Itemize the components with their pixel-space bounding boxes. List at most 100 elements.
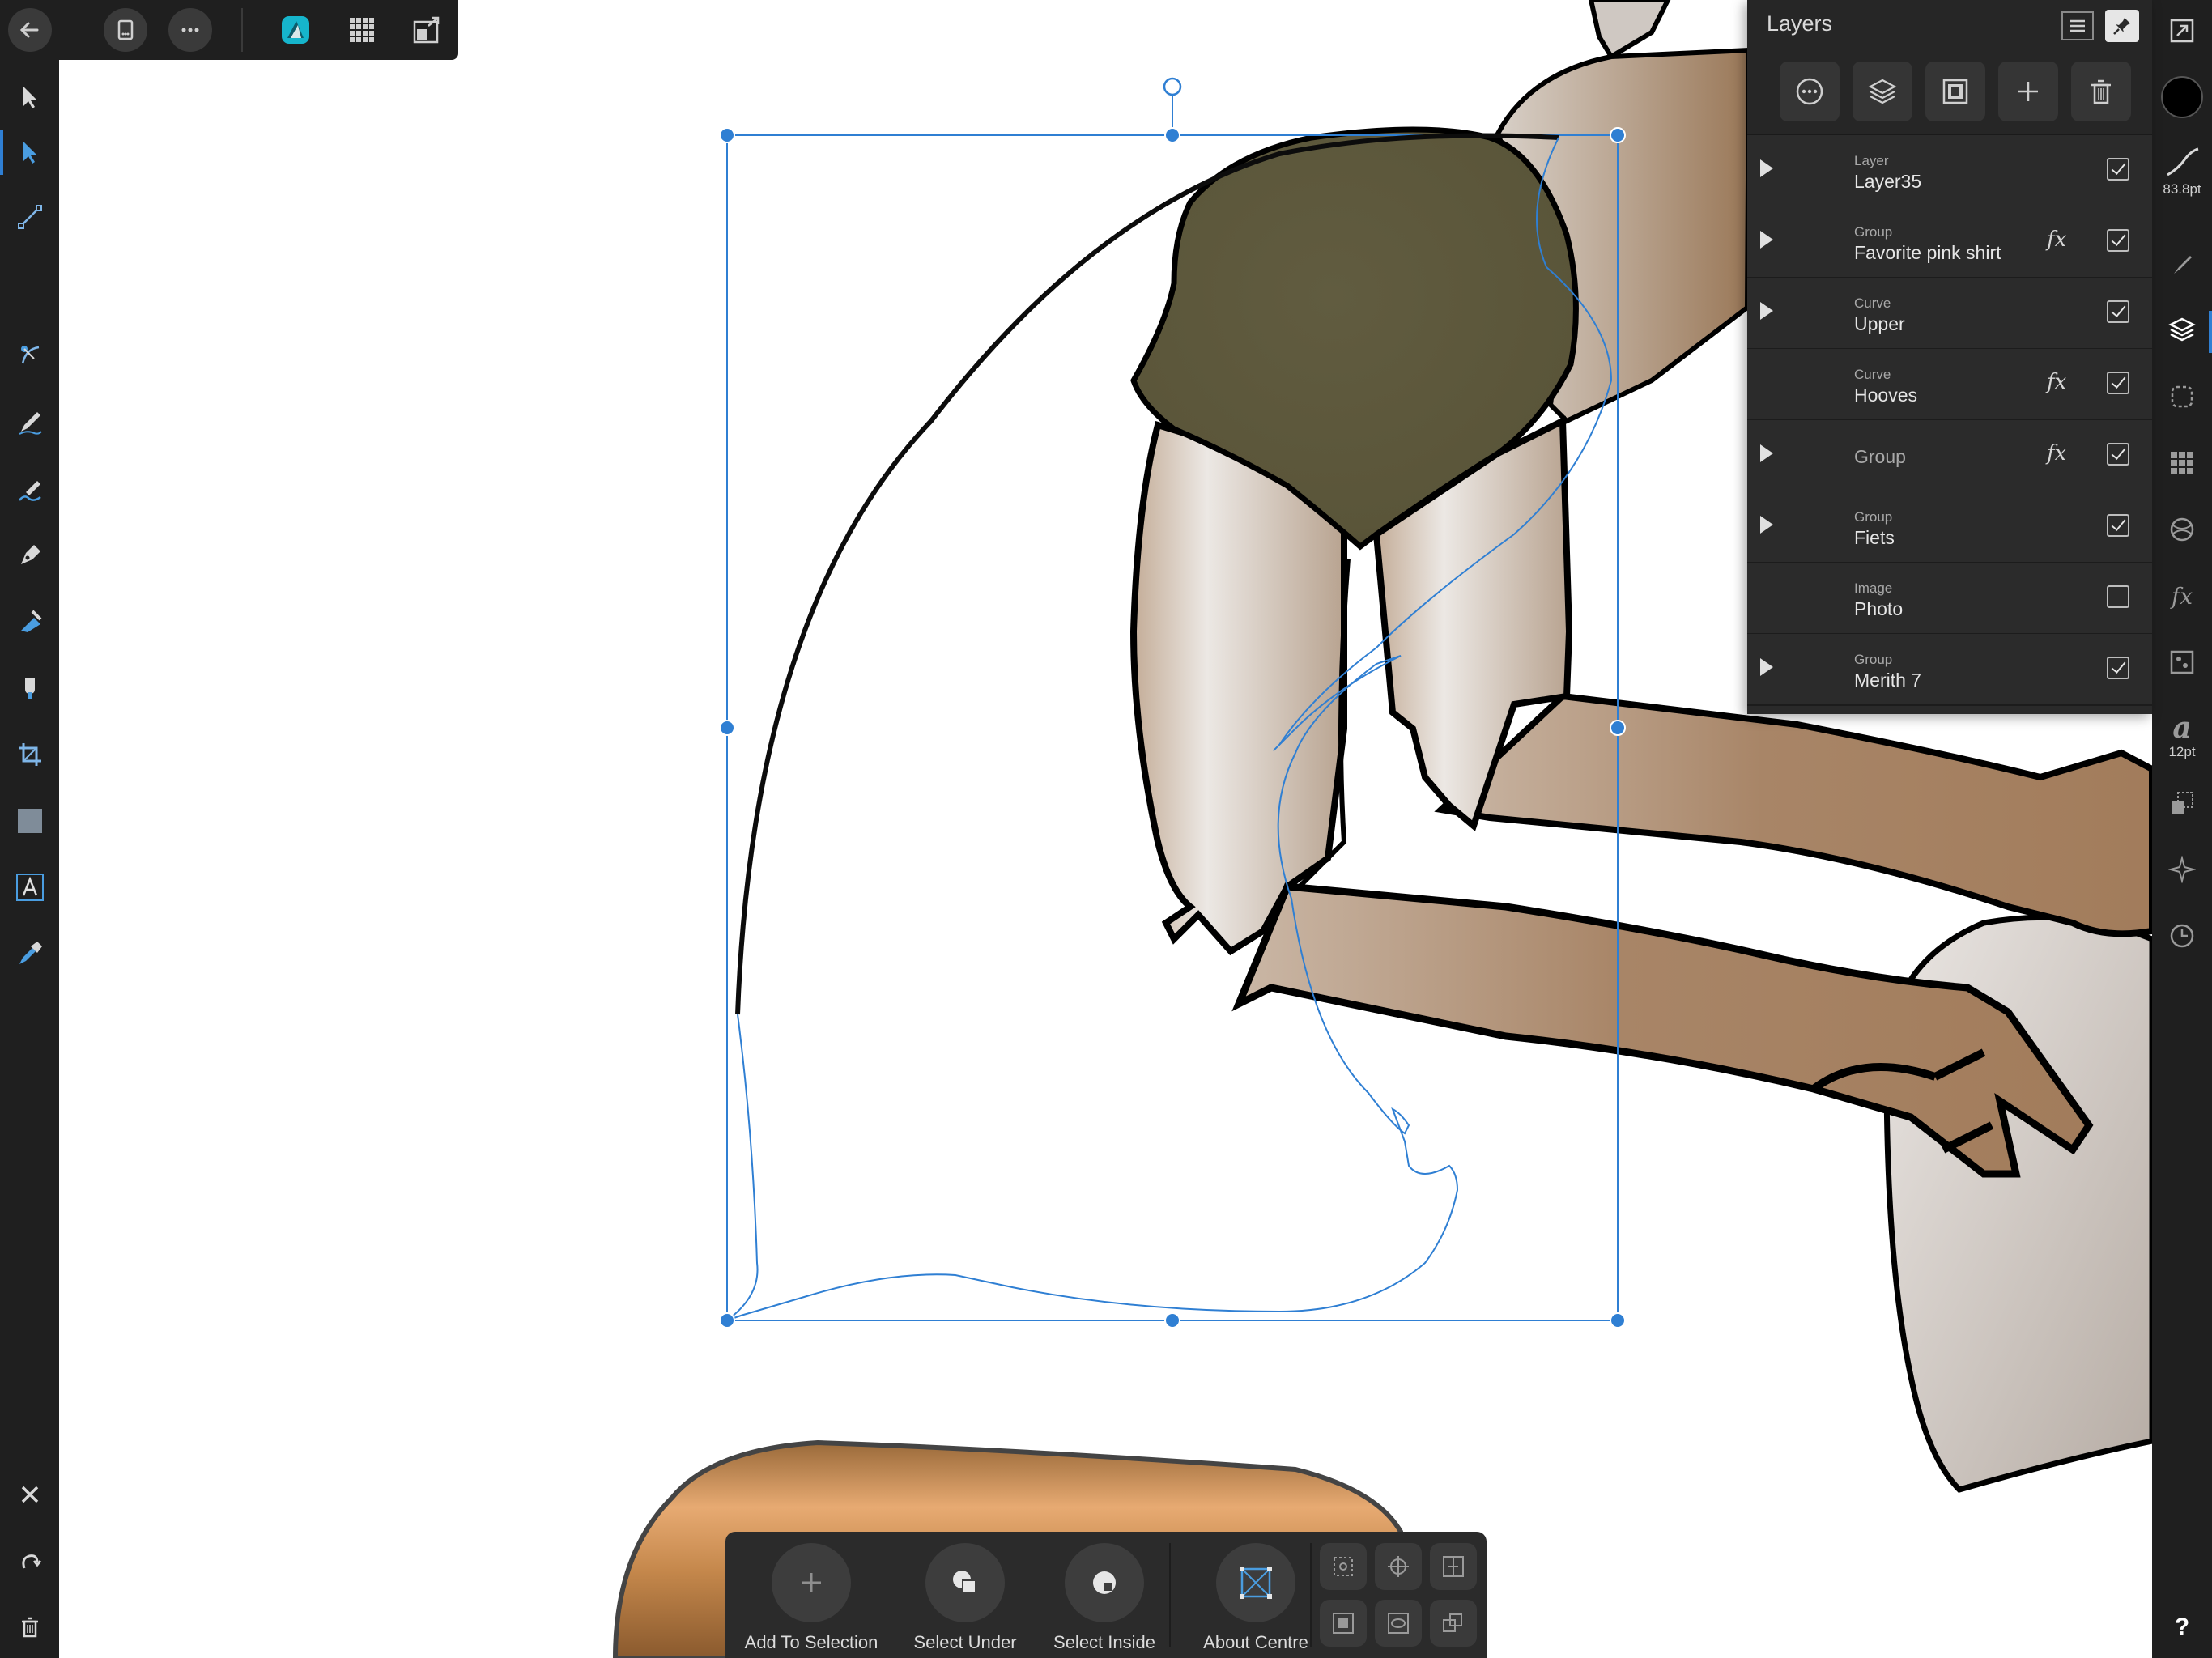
about-centre-label: About Centre — [1203, 1632, 1308, 1652]
effects-panel-icon[interactable] — [2152, 366, 2212, 427]
close-icon[interactable] — [0, 1464, 59, 1525]
pin-panel-icon[interactable] — [2105, 10, 2139, 42]
layer-row[interactable]: Group Merith 7 — [1747, 634, 2152, 706]
layer-row[interactable]: Group Fiets — [1747, 491, 2152, 563]
help-button[interactable]: ? — [2152, 1596, 2212, 1658]
select-under-button[interactable]: Select Under — [884, 1532, 1046, 1658]
expand-arrow-icon[interactable] — [1760, 302, 1773, 320]
more-icon[interactable] — [168, 8, 212, 52]
swatches-panel-icon[interactable] — [2152, 432, 2212, 494]
appearance-panel-icon[interactable] — [2152, 499, 2212, 560]
layer-type-label: Curve — [1854, 367, 1891, 382]
transform-origin-icon[interactable] — [1320, 1543, 1367, 1590]
select-inside-label: Select Inside — [1053, 1632, 1155, 1652]
panel-menu-icon[interactable] — [2061, 11, 2094, 40]
visibility-checkbox[interactable] — [2107, 372, 2129, 394]
visibility-checkbox[interactable] — [2107, 158, 2129, 181]
transform-panel-icon[interactable] — [2152, 772, 2212, 834]
fx-panel-icon[interactable]: fx — [2152, 565, 2212, 627]
layer-name-label: Group — [1854, 446, 1906, 467]
text-style-icon[interactable]: a 12pt — [2152, 698, 2212, 776]
navigator-icon[interactable] — [2152, 0, 2212, 62]
layer-name-label: Upper — [1854, 313, 1905, 334]
mask-layer-icon[interactable] — [1925, 62, 1985, 121]
transparency-tool-icon[interactable] — [0, 657, 59, 719]
select-under-label: Select Under — [913, 1632, 1017, 1652]
delete-layer-icon[interactable] — [2071, 62, 2131, 121]
back-icon[interactable] — [8, 8, 52, 52]
layer-row[interactable]: Image Photo — [1747, 563, 2152, 635]
add-to-selection-button[interactable]: Add To Selection — [725, 1532, 897, 1658]
visibility-checkbox[interactable] — [2107, 657, 2129, 679]
layers-panel-title: Layers — [1767, 11, 1833, 36]
preview-selection-icon[interactable] — [1375, 1600, 1422, 1647]
layer-name-label: Layer35 — [1854, 171, 1922, 192]
export-persona-icon[interactable] — [405, 8, 449, 52]
layer-row[interactable]: Curve Upper — [1747, 278, 2152, 350]
undo-icon[interactable] — [0, 1532, 59, 1593]
fx-icon[interactable]: fx — [2047, 441, 2066, 466]
visibility-checkbox[interactable] — [2107, 514, 2129, 537]
layer-name-label: Merith 7 — [1854, 670, 1922, 691]
stroke-panel-icon[interactable]: 83.8pt — [2152, 133, 2212, 210]
corner-tool-icon[interactable] — [0, 186, 59, 248]
center-align-icon[interactable] — [1430, 1543, 1477, 1590]
expand-arrow-icon[interactable] — [1760, 444, 1773, 462]
rotate-handle[interactable] — [1163, 77, 1182, 96]
node-tool-icon[interactable] — [0, 121, 59, 183]
character-panel-icon[interactable] — [2152, 631, 2212, 693]
pen-tool-icon[interactable] — [0, 525, 59, 586]
fx-icon[interactable]: fx — [2047, 227, 2066, 252]
document-icon[interactable] — [104, 8, 147, 52]
top-toolbar — [0, 0, 458, 60]
crosshair-icon[interactable] — [1375, 1543, 1422, 1590]
front-forearm-art — [1231, 882, 2094, 1178]
pixel-persona-icon[interactable] — [340, 8, 384, 52]
color-picker-icon[interactable] — [0, 923, 59, 984]
artistic-text-icon[interactable] — [0, 857, 59, 918]
visibility-checkbox[interactable] — [2107, 443, 2129, 466]
duplicate-icon[interactable] — [1430, 1600, 1477, 1647]
active-panel-indicator — [2209, 311, 2212, 353]
layer-row[interactable]: Group Favorite pink shirt fx — [1747, 206, 2152, 278]
select-inside-icon — [1065, 1543, 1144, 1622]
point-transform-icon[interactable] — [0, 324, 59, 385]
layer-name-label: Photo — [1854, 598, 1904, 619]
about-centre-icon — [1216, 1543, 1295, 1622]
fit-selection-icon[interactable] — [1320, 1600, 1367, 1647]
expand-arrow-icon[interactable] — [1760, 231, 1773, 249]
expand-arrow-icon[interactable] — [1760, 658, 1773, 676]
visibility-checkbox[interactable] — [2107, 585, 2129, 608]
snapping-icon[interactable] — [2152, 839, 2212, 900]
visibility-checkbox[interactable] — [2107, 300, 2129, 323]
layer-options-icon[interactable] — [1853, 62, 1912, 121]
delete-icon[interactable] — [0, 1596, 59, 1658]
layers-panel-icon[interactable] — [2152, 300, 2212, 361]
blend-mode-icon[interactable] — [1780, 62, 1840, 121]
add-to-selection-label: Add To Selection — [744, 1632, 878, 1652]
color-swatch-icon[interactable] — [2152, 66, 2212, 128]
vector-brush-icon[interactable] — [0, 459, 59, 521]
brushes-panel-icon[interactable] — [2152, 233, 2212, 295]
add-layer-icon[interactable] — [1998, 62, 2058, 121]
layer-row[interactable]: Curve Hooves fx — [1747, 349, 2152, 421]
visibility-checkbox[interactable] — [2107, 229, 2129, 252]
layer-row[interactable]: Group fx — [1747, 420, 2152, 492]
fx-icon[interactable]: fx — [2047, 370, 2066, 394]
move-tool-icon[interactable] — [0, 66, 59, 128]
tools-panel — [0, 60, 59, 1658]
pencil-tool-icon[interactable] — [0, 392, 59, 453]
layer-type-label: Layer — [1854, 153, 1889, 168]
crop-tool-icon[interactable] — [0, 724, 59, 785]
select-inside-button[interactable]: Select Inside — [1023, 1532, 1185, 1658]
context-divider-2 — [1310, 1543, 1312, 1647]
layer-type-label: Group — [1854, 652, 1893, 667]
rectangle-tool-icon[interactable] — [0, 790, 59, 852]
history-icon[interactable] — [2152, 905, 2212, 967]
fill-tool-icon[interactable] — [0, 591, 59, 653]
expand-arrow-icon[interactable] — [1760, 159, 1773, 177]
layer-row[interactable]: Layer Layer35 — [1747, 135, 2152, 207]
layer-name-label: Favorite pink shirt — [1854, 242, 2001, 263]
expand-arrow-icon[interactable] — [1760, 516, 1773, 534]
designer-persona-icon[interactable] — [274, 8, 317, 52]
